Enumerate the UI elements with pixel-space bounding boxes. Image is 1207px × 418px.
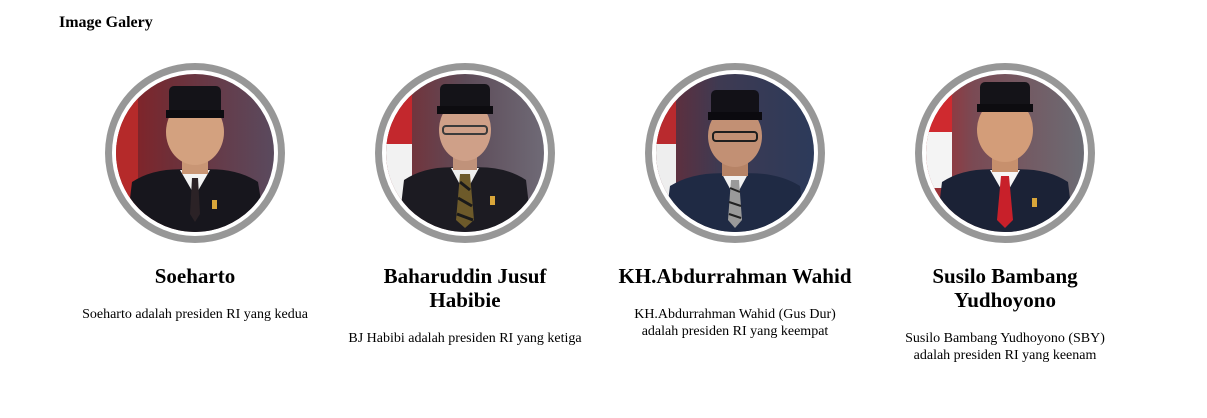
portrait-sby-image (926, 74, 1084, 232)
gallery-card-habibie: Baharuddin Jusuf Habibie BJ Habibi adala… (345, 63, 585, 347)
card-name: Susilo Bambang Yudhoyono (932, 264, 1078, 312)
portrait-habibie-image (386, 74, 544, 232)
gallery-card-sby: Susilo Bambang Yudhoyono Susilo Bambang … (885, 63, 1125, 364)
card-name: KH.Abdurrahman Wahid (618, 264, 852, 288)
photo-frame (375, 63, 555, 243)
card-name: Soeharto (154, 264, 236, 288)
gallery-card-soeharto: Soeharto Soeharto adalah presiden RI yan… (75, 63, 315, 323)
page-title: Image Galery (59, 14, 153, 31)
card-name: Baharuddin Jusuf Habibie (383, 264, 547, 312)
card-description: BJ Habibi adalah presiden RI yang ketiga (348, 331, 582, 346)
portrait-abdurrahman-wahid-image (656, 74, 814, 232)
gallery-card-abdurrahman-wahid: KH.Abdurrahman Wahid KH.Abdurrahman Wahi… (615, 63, 855, 340)
portrait-soeharto-image (116, 74, 274, 232)
card-description: Soeharto adalah presiden RI yang kedua (82, 307, 308, 322)
photo-frame (105, 63, 285, 243)
card-description: Susilo Bambang Yudhoyono (SBY) adalah pr… (905, 331, 1105, 363)
photo-frame (645, 63, 825, 243)
card-description: KH.Abdurrahman Wahid (Gus Dur) adalah pr… (634, 307, 836, 339)
photo-frame (915, 63, 1095, 243)
